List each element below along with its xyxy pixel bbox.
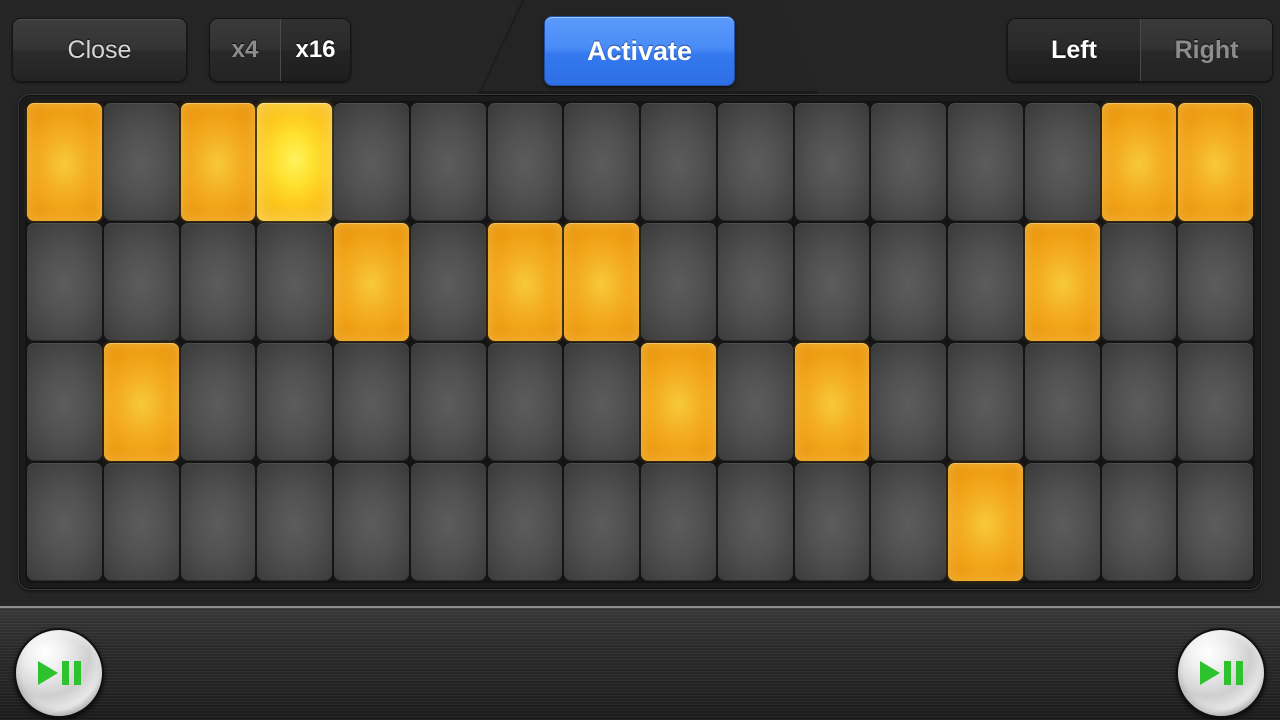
multiplier-segmented-control[interactable]: x4 x16	[209, 18, 351, 82]
pad-r2-c2[interactable]	[103, 223, 179, 341]
pad-r4-c15[interactable]	[1101, 463, 1177, 581]
pad-r2-c9[interactable]	[641, 223, 716, 341]
pad-r3-c16[interactable]	[1178, 343, 1253, 461]
pad-r4-c11[interactable]	[794, 463, 870, 581]
pad-r4-c14[interactable]	[1024, 463, 1100, 581]
deck-option-right[interactable]: Right	[1140, 19, 1272, 81]
app-root: Close x4 x16 Activate Left Right	[0, 0, 1280, 720]
activate-button-label: Activate	[586, 35, 693, 66]
pad-r1-c3[interactable]	[180, 103, 256, 221]
pad-r2-c10[interactable]	[717, 223, 793, 341]
close-button[interactable]: Close	[12, 18, 187, 82]
pad-r1-c10[interactable]	[717, 103, 793, 221]
pad-r1-c2[interactable]	[103, 103, 179, 221]
pad-r3-c13[interactable]	[948, 343, 1023, 461]
pad-r4-c1[interactable]	[27, 463, 102, 581]
pad-r1-c6[interactable]	[410, 103, 486, 221]
pad-r3-c6[interactable]	[410, 343, 486, 461]
pad-r4-c5[interactable]	[334, 463, 409, 581]
deck-option-left[interactable]: Left	[1008, 19, 1140, 81]
pad-r2-c11[interactable]	[794, 223, 870, 341]
pad-r2-c4[interactable]	[257, 223, 332, 341]
pad-r1-c4[interactable]	[257, 103, 332, 221]
pad-r1-c16[interactable]	[1178, 103, 1253, 221]
pad-r1-c13[interactable]	[948, 103, 1023, 221]
pad-r4-c7[interactable]	[487, 463, 563, 581]
pad-r3-c12[interactable]	[871, 343, 946, 461]
close-button-label: Close	[67, 35, 132, 64]
pad-r1-c15[interactable]	[1101, 103, 1177, 221]
pad-r3-c8[interactable]	[564, 343, 639, 461]
pad-grid[interactable]	[25, 101, 1255, 583]
pad-r2-c8[interactable]	[564, 223, 639, 341]
multiplier-option-x16-label: x16	[295, 36, 336, 63]
pad-r4-c12[interactable]	[871, 463, 946, 581]
pad-r3-c9[interactable]	[641, 343, 716, 461]
multiplier-option-x16[interactable]: x16	[280, 19, 350, 81]
deck-option-left-label: Left	[1051, 35, 1097, 64]
pad-r2-c16[interactable]	[1178, 223, 1253, 341]
bottom-toolbar: FX Pitch Pitch FX	[0, 606, 1280, 720]
pad-r1-c1[interactable]	[27, 103, 102, 221]
pad-r2-c14[interactable]	[1024, 223, 1100, 341]
pad-grid-panel	[18, 94, 1262, 590]
pad-r1-c11[interactable]	[794, 103, 870, 221]
pad-r4-c6[interactable]	[410, 463, 486, 581]
deck-option-right-label: Right	[1174, 35, 1239, 64]
pad-r4-c8[interactable]	[564, 463, 639, 581]
play-pause-button-right[interactable]	[1176, 628, 1266, 718]
pad-r4-c13[interactable]	[948, 463, 1023, 581]
pad-r1-c7[interactable]	[487, 103, 563, 221]
pad-r4-c9[interactable]	[641, 463, 716, 581]
pad-r3-c11[interactable]	[794, 343, 870, 461]
pad-r3-c7[interactable]	[487, 343, 563, 461]
pad-r1-c5[interactable]	[334, 103, 409, 221]
play-icon	[37, 661, 58, 685]
pad-r2-c6[interactable]	[410, 223, 486, 341]
pad-r2-c13[interactable]	[948, 223, 1023, 341]
pad-r4-c16[interactable]	[1178, 463, 1253, 581]
pad-r4-c4[interactable]	[257, 463, 332, 581]
play-pause-icon	[37, 661, 81, 685]
pad-r3-c5[interactable]	[334, 343, 409, 461]
play-icon	[1199, 661, 1220, 685]
pad-r4-c3[interactable]	[180, 463, 256, 581]
pad-r3-c10[interactable]	[717, 343, 793, 461]
pad-r3-c15[interactable]	[1101, 343, 1177, 461]
pad-r1-c9[interactable]	[641, 103, 716, 221]
pad-r2-c7[interactable]	[487, 223, 563, 341]
pad-r3-c1[interactable]	[27, 343, 102, 461]
pad-r4-c10[interactable]	[717, 463, 793, 581]
top-toolbar: Close x4 x16 Activate Left Right	[0, 0, 1280, 96]
pad-r2-c1[interactable]	[27, 223, 102, 341]
pad-r1-c12[interactable]	[871, 103, 946, 221]
pad-r4-c2[interactable]	[103, 463, 179, 581]
pad-r2-c5[interactable]	[334, 223, 409, 341]
deck-segmented-control[interactable]: Left Right	[1007, 18, 1273, 82]
pad-r3-c3[interactable]	[180, 343, 256, 461]
pause-icon	[61, 661, 81, 685]
pad-r2-c12[interactable]	[871, 223, 946, 341]
pad-r2-c15[interactable]	[1101, 223, 1177, 341]
pad-r1-c8[interactable]	[564, 103, 639, 221]
pad-r3-c4[interactable]	[257, 343, 332, 461]
pad-r2-c3[interactable]	[180, 223, 256, 341]
pause-icon	[1223, 661, 1243, 685]
activate-button[interactable]: Activate	[544, 16, 735, 86]
multiplier-option-x4-label: x4	[231, 36, 259, 63]
play-pause-icon	[1199, 661, 1243, 685]
pad-r1-c14[interactable]	[1024, 103, 1100, 221]
pad-r3-c2[interactable]	[103, 343, 179, 461]
play-pause-button-left[interactable]	[14, 628, 104, 718]
multiplier-option-x4[interactable]: x4	[210, 19, 280, 81]
pad-r3-c14[interactable]	[1024, 343, 1100, 461]
